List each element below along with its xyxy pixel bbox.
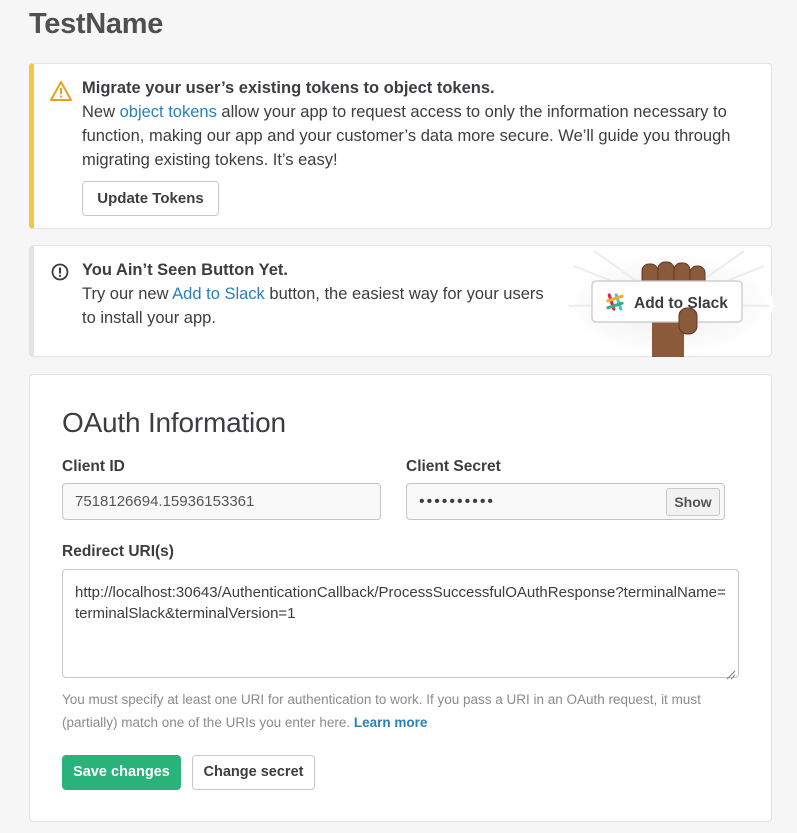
redirect-uri-value: http://localhost:30643/AuthenticationCal… — [75, 584, 726, 622]
migrate-tokens-alert: Migrate your user’s existing tokens to o… — [29, 63, 772, 229]
redirect-help-text: You must specify at least one URI for au… — [62, 688, 742, 734]
oauth-information-panel: OAuth Information Client ID 7518126694.1… — [29, 374, 772, 822]
warning-icon — [50, 80, 72, 102]
client-id-field[interactable]: 7518126694.15936153361 — [62, 483, 381, 520]
add-to-slack-link[interactable]: Add to Slack — [172, 285, 265, 303]
button-alert-text: Try our new Add to Slack button, the eas… — [82, 282, 552, 330]
client-id-label: Client ID — [62, 458, 125, 475]
update-tokens-button[interactable]: Update Tokens — [82, 181, 219, 216]
page-title: TestName — [29, 8, 164, 40]
add-to-slack-illustration: Add to Slack — [564, 246, 774, 357]
migrate-alert-body: Migrate your user’s existing tokens to o… — [82, 76, 762, 172]
section-title: OAuth Information — [62, 407, 286, 438]
migrate-alert-title: Migrate your user’s existing tokens to o… — [82, 79, 495, 97]
button-alert-title: You Ain’t Seen Button Yet. — [82, 261, 288, 279]
migrate-alert-text: New object tokens allow your app to requ… — [82, 100, 762, 172]
button-text-before: Try our new — [82, 285, 173, 303]
redirect-uri-label: Redirect URI(s) — [62, 543, 174, 560]
show-secret-button[interactable]: Show — [666, 488, 720, 516]
learn-more-link[interactable]: Learn more — [354, 715, 428, 730]
client-secret-field[interactable]: •••••••••• Show — [406, 483, 725, 520]
resize-grip-icon[interactable] — [726, 665, 736, 680]
redirect-uri-textarea[interactable]: http://localhost:30643/AuthenticationCal… — [62, 569, 739, 680]
save-changes-button[interactable]: Save changes — [62, 755, 181, 790]
button-alert-body: You Ain’t Seen Button Yet. Try our new A… — [82, 258, 552, 330]
migrate-text-before: New — [82, 103, 120, 121]
object-tokens-link[interactable]: object tokens — [120, 103, 217, 121]
info-icon — [50, 262, 72, 284]
change-secret-button[interactable]: Change secret — [192, 755, 315, 790]
client-secret-value: •••••••••• — [419, 493, 496, 510]
add-to-slack-alert: You Ain’t Seen Button Yet. Try our new A… — [29, 245, 774, 357]
client-secret-label: Client Secret — [406, 458, 501, 475]
art-button-label: Add to Slack — [634, 295, 728, 312]
